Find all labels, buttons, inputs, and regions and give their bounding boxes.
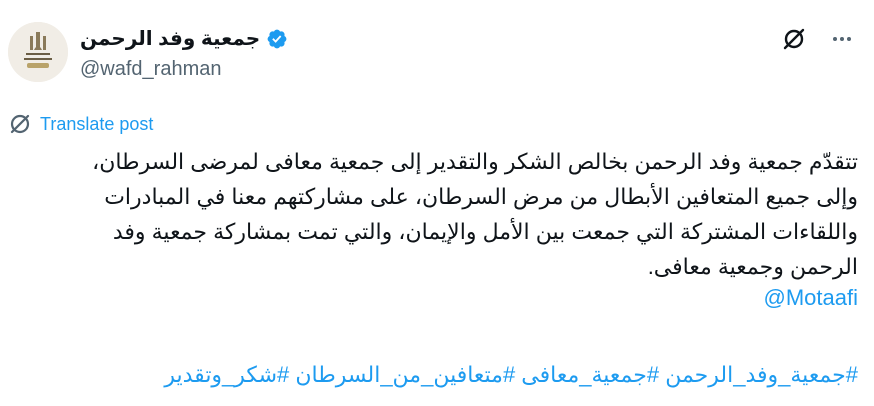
header-actions — [780, 25, 856, 53]
author-handle[interactable]: @wafd_rahman — [80, 58, 221, 81]
translate-post-link[interactable]: Translate post — [8, 112, 153, 136]
author-name-row[interactable]: جمعية وفد الرحمن — [80, 26, 288, 51]
post-header: جمعية وفد الرحمن @wafd_rahman — [0, 0, 874, 100]
post-text-line: وإلى جميع المتعافين الأبطال من مرض السرط… — [104, 184, 858, 209]
post-text: تتقدّم جمعية وفد الرحمن بخالص الشكر والت… — [8, 144, 858, 284]
grok-icon[interactable] — [780, 25, 808, 53]
verified-badge-icon — [267, 29, 287, 48]
mention-link[interactable]: @Motaafi — [764, 285, 858, 311]
translate-label[interactable]: Translate post — [40, 114, 153, 135]
more-options-icon[interactable] — [828, 25, 856, 53]
hashtags[interactable]: #جمعية_وفد_الرحمن #جمعية_معافى #متعافين_… — [164, 362, 858, 388]
post-text-line: واللقاءات المشتركة التي جمعت بين الأمل و… — [112, 219, 858, 244]
translate-icon — [10, 114, 30, 134]
post-text-line: الرحمن وجمعية معافى. — [647, 254, 858, 279]
organization-logo-icon — [8, 22, 68, 82]
avatar[interactable] — [8, 22, 68, 82]
post-text-line: تتقدّم جمعية وفد الرحمن بخالص الشكر والت… — [92, 149, 858, 174]
author-display-name[interactable]: جمعية وفد الرحمن — [80, 26, 260, 51]
